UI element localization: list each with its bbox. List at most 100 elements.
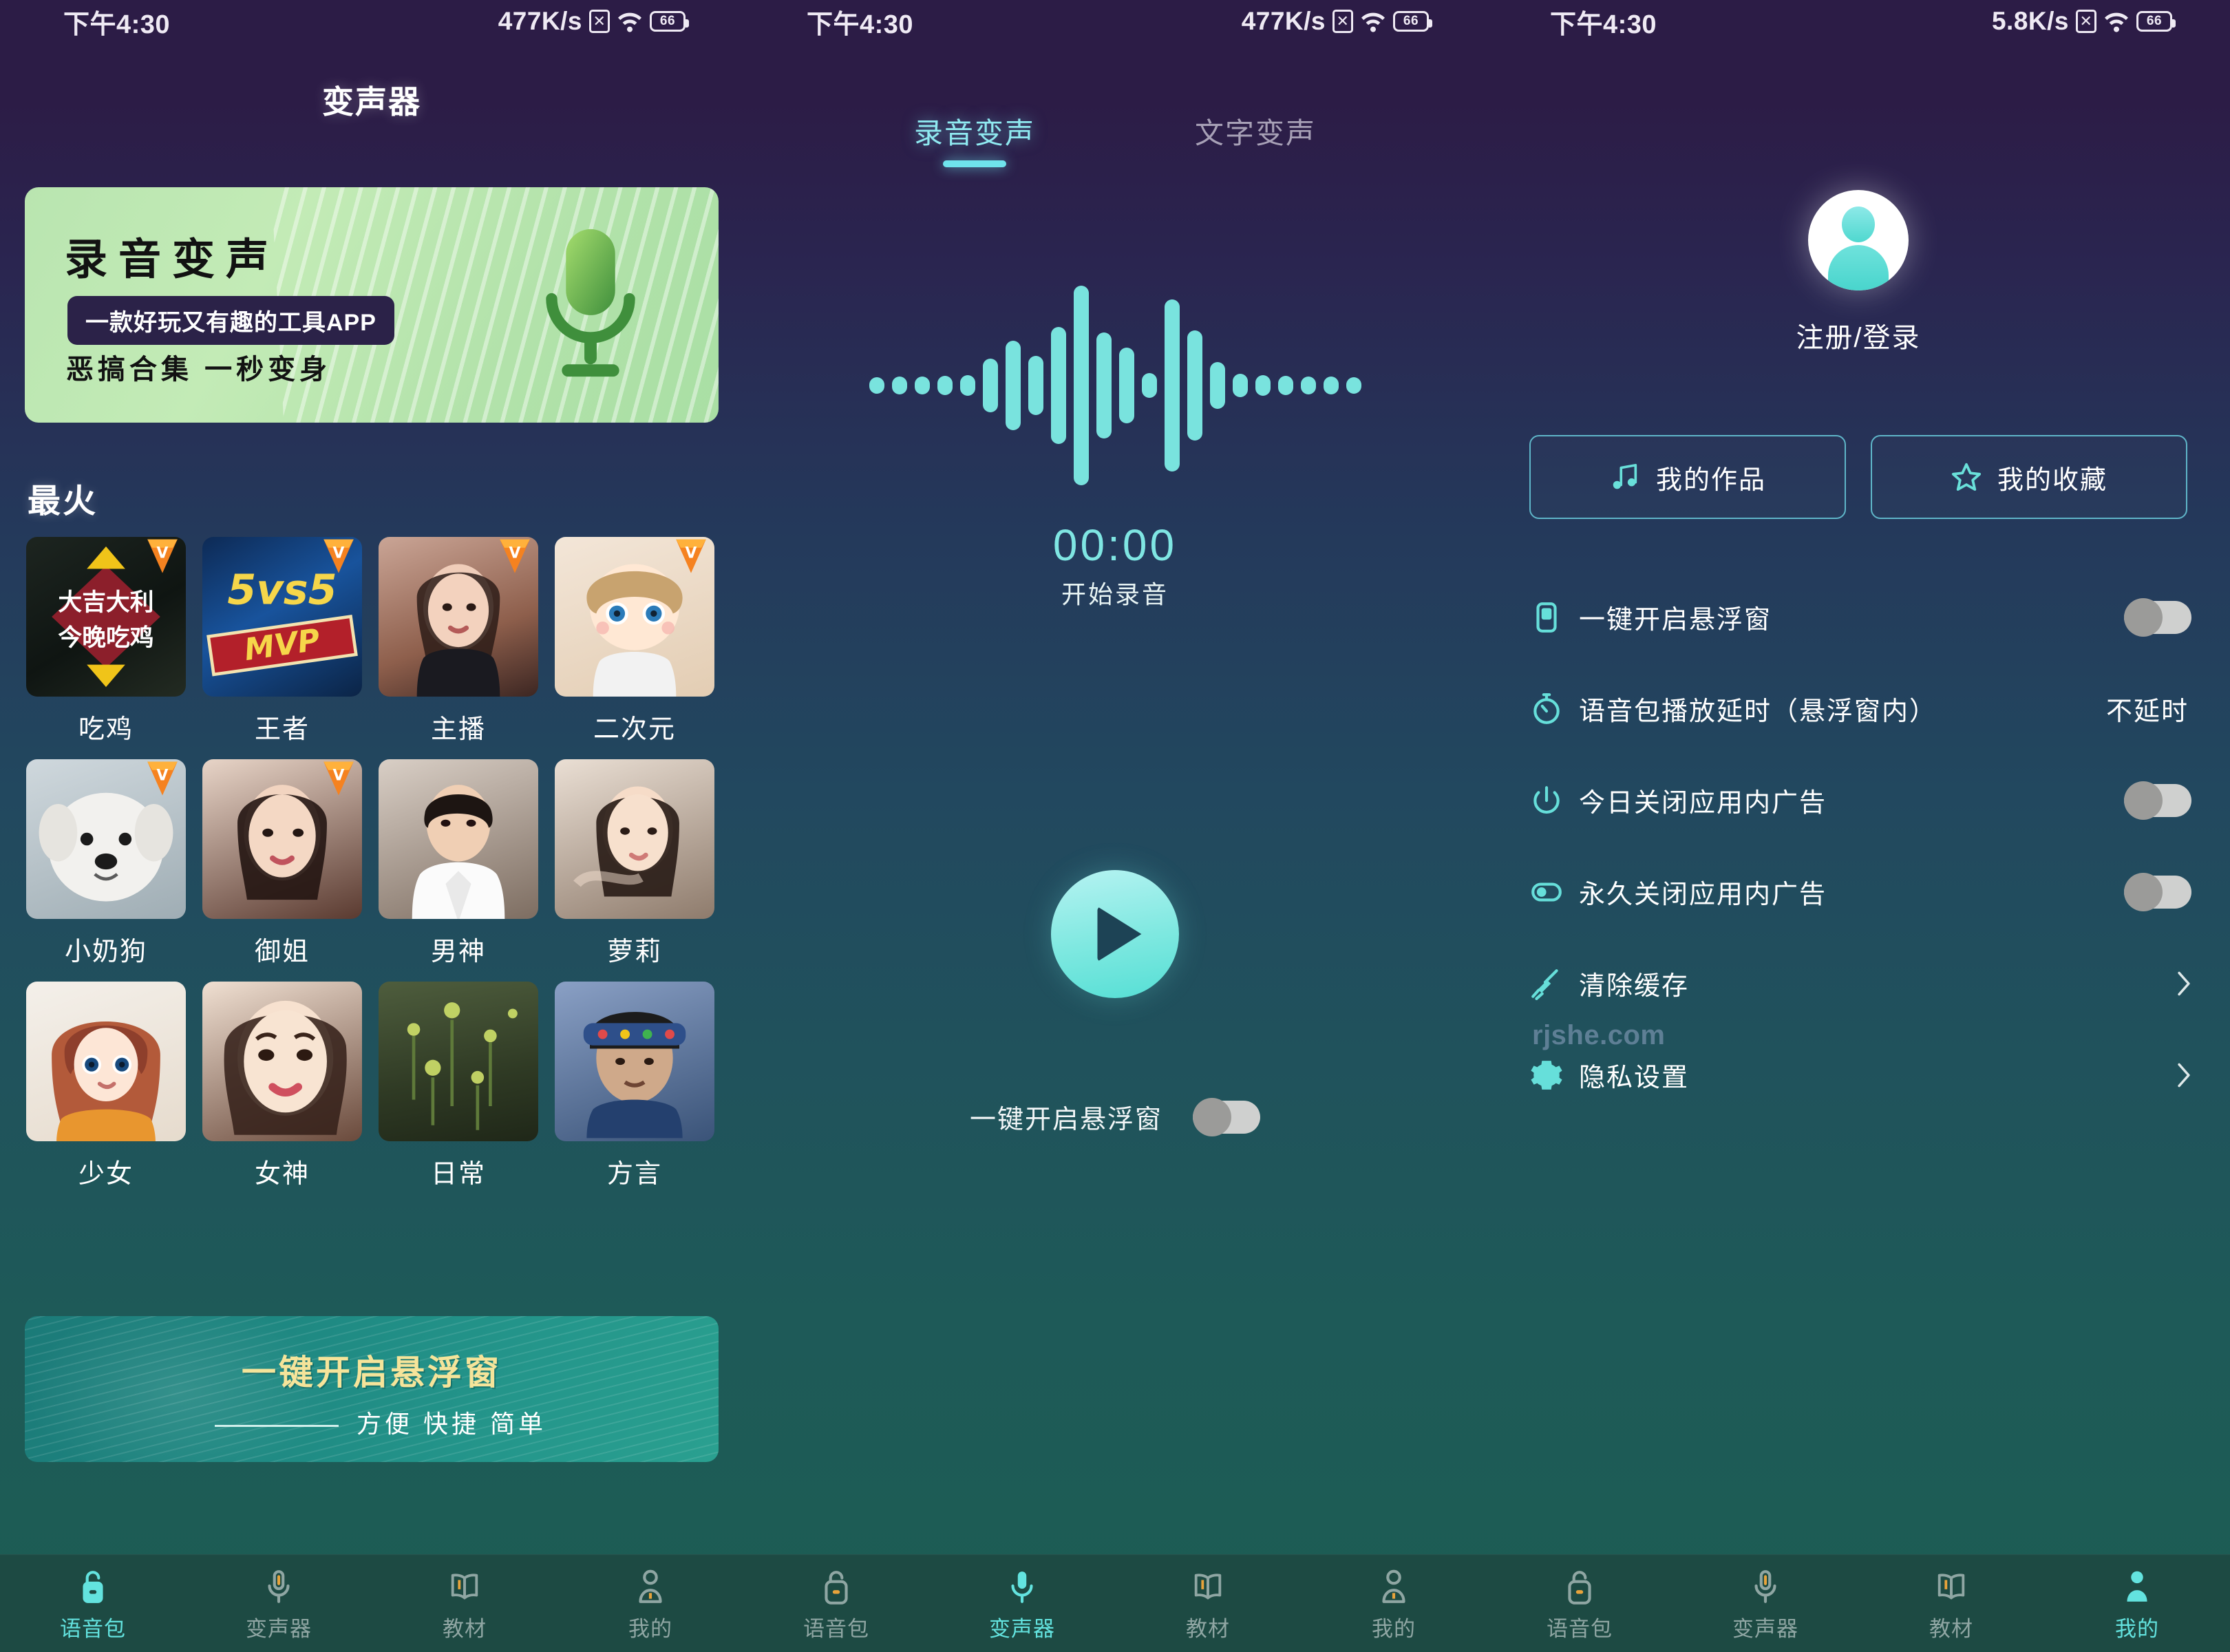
thumbnail: V [202,759,362,919]
play-button[interactable] [1051,870,1179,998]
vip-diamond-badge: V [147,539,178,573]
book-icon [1934,1569,1968,1606]
voice-category-label: 少女 [78,1160,134,1189]
nav-item-mine[interactable]: 我的 [558,1555,743,1652]
panel-my-account: 下午4:30 5.8K/s ✕ 66 注册/登录 我的作品 我的收藏 一键开启悬… [1487,0,2230,1652]
toggle-knob [2124,872,2163,911]
status-time: 下午4:30 [807,10,914,39]
nav-item-mine[interactable]: 我的 [1301,1555,1487,1652]
login-register-label[interactable]: 注册/登录 [1487,315,2230,355]
nav-item-voice-pack[interactable]: 语音包 [0,1555,186,1652]
nav-label: 变声器 [1732,1617,1798,1641]
setting-label: 今日关闭应用内广告 [1579,789,1827,818]
svg-text:V: V [157,767,169,785]
setting-row-clear-cache[interactable]: 清除缓存 [1529,938,2191,1029]
voice-category-item[interactable]: V 小奶狗 [26,759,186,968]
nav-group-3: 语音包 变声器 教材 我的 [1487,1555,2230,1652]
voice-category-item[interactable]: 5vs5 MVP V 王者 [202,537,362,745]
app-screen: 下午4:30 477K/s ✕ 66 变声器 录音变声 一款好玩又有趣的工具AP… [0,0,2230,1652]
voice-category-item[interactable]: 日常 [379,982,538,1190]
setting-toggle-today-close-ads[interactable] [2124,781,2191,820]
record-timer: 00:00 [1052,520,1178,570]
vip-diamond-badge: V [500,539,530,573]
nav-item-tutorial[interactable]: 教材 [372,1555,558,1652]
my-favorites-button[interactable]: 我的收藏 [1871,435,2187,519]
nav-item-voice-changer[interactable]: 变声器 [186,1555,372,1652]
setting-row-floating-window[interactable]: 一键开启悬浮窗 [1529,571,2191,663]
thumbnail [555,759,714,919]
person-icon [1377,1569,1411,1606]
thumbnail [379,982,538,1141]
nav-item-voice-changer[interactable]: 变声器 [1672,1555,1858,1652]
voice-category-item[interactable]: 少女 [26,982,186,1190]
gear-icon [1529,1058,1564,1092]
thumbnail [202,982,362,1141]
tab-record-voice-change[interactable]: 录音变声 [914,110,1035,167]
microphone-icon [262,1569,296,1606]
avatar-body [1828,245,1889,290]
nav-label: 我的 [2115,1617,2159,1641]
voice-category-item[interactable]: 大吉大利 今晚吃鸡 V 吃鸡 [26,537,186,745]
my-works-label: 我的作品 [1655,465,1766,495]
decor-rule [214,1424,339,1427]
status-network-speed: 477K/s [498,7,582,35]
setting-row-permanent-close-ads[interactable]: 永久关闭应用内广告 [1529,846,2191,938]
no-sim-icon: ✕ [2076,10,2096,33]
my-works-button[interactable]: 我的作品 [1529,435,1846,519]
user-avatar-icon[interactable] [1808,190,1909,290]
vip-diamond-badge: V [147,761,178,796]
voice-category-label: 方言 [606,1160,662,1189]
nav-label: 语音包 [803,1617,869,1641]
voice-category-item[interactable]: V 御姐 [202,759,362,968]
setting-row-playback-delay[interactable]: 语音包播放延时（悬浮窗内） 不延时 [1529,663,2191,754]
tab-text-voice-change[interactable]: 文字变声 [1195,110,1316,167]
nav-item-voice-changer[interactable]: 变声器 [929,1555,1115,1652]
bottom-navigation-bar: 语音包 变声器 教材 我的 语音包 变声器 教材 我的 语音包 变声器 教材 我… [0,1554,2230,1652]
thumbnail: 大吉大利 今晚吃鸡 V [26,537,186,697]
watermark: rjshe.com [1532,1020,1666,1050]
setting-row-today-close-ads[interactable]: 今日关闭应用内广告 [1529,754,2191,846]
promo-banner-record[interactable]: 录音变声 一款好玩又有趣的工具APP 恶搞合集 一秒变身 [25,187,719,423]
floating-window-toggle[interactable] [1193,1097,1260,1136]
promo-banner-floating-window[interactable]: 一键开启悬浮窗 方便 快捷 简单 [25,1316,719,1462]
voice-category-item[interactable]: 男神 [379,759,538,968]
nav-label: 变声器 [246,1617,312,1641]
nav-label: 我的 [628,1617,672,1641]
nav-item-tutorial[interactable]: 教材 [1115,1555,1301,1652]
chevron-right-icon [2176,971,2191,997]
chevron-right-icon [2176,1062,2191,1088]
stopwatch-icon [1529,692,1564,726]
setting-label: 语音包播放延时（悬浮窗内） [1579,697,1937,726]
microphone-icon [1748,1569,1783,1606]
promo-pill: 一款好玩又有趣的工具APP [67,296,394,345]
voice-category-item[interactable]: 方言 [555,982,714,1190]
setting-toggle-floating-window[interactable] [2124,597,2191,637]
nav-item-tutorial[interactable]: 教材 [1858,1555,2044,1652]
status-time: 下午4:30 [1550,10,1657,39]
voice-category-label: 二次元 [593,715,676,744]
voice-category-item[interactable]: V 二次元 [555,537,714,745]
person-icon [633,1569,668,1606]
setting-value-delay: 不延时 [2105,697,2189,726]
voice-category-label: 吃鸡 [78,715,134,744]
no-sim-icon: ✕ [1332,10,1353,33]
setting-label: 永久关闭应用内广告 [1579,880,1827,909]
book-icon [447,1569,482,1606]
voice-category-item[interactable]: 女神 [202,982,362,1190]
voice-category-item[interactable]: 萝莉 [555,759,714,968]
thumbnail [555,982,714,1141]
svg-text:V: V [333,767,345,785]
record-hint: 开始录音 [1061,580,1169,608]
microphone-icon [1005,1569,1039,1606]
voice-category-item[interactable]: V 主播 [379,537,538,745]
status-network-speed: 5.8K/s [1991,7,2069,35]
setting-toggle-permanent-close-ads[interactable] [2124,872,2191,911]
wifi-icon [2103,10,2130,33]
battery-icon: 66 [1393,11,1432,32]
nav-item-mine[interactable]: 我的 [2044,1555,2230,1652]
nav-item-voice-pack[interactable]: 语音包 [743,1555,929,1652]
nav-label: 语音包 [60,1617,126,1641]
nav-item-voice-pack[interactable]: 语音包 [1487,1555,1672,1652]
setting-label: 隐私设置 [1579,1063,1690,1092]
microphone-icon [529,223,652,387]
